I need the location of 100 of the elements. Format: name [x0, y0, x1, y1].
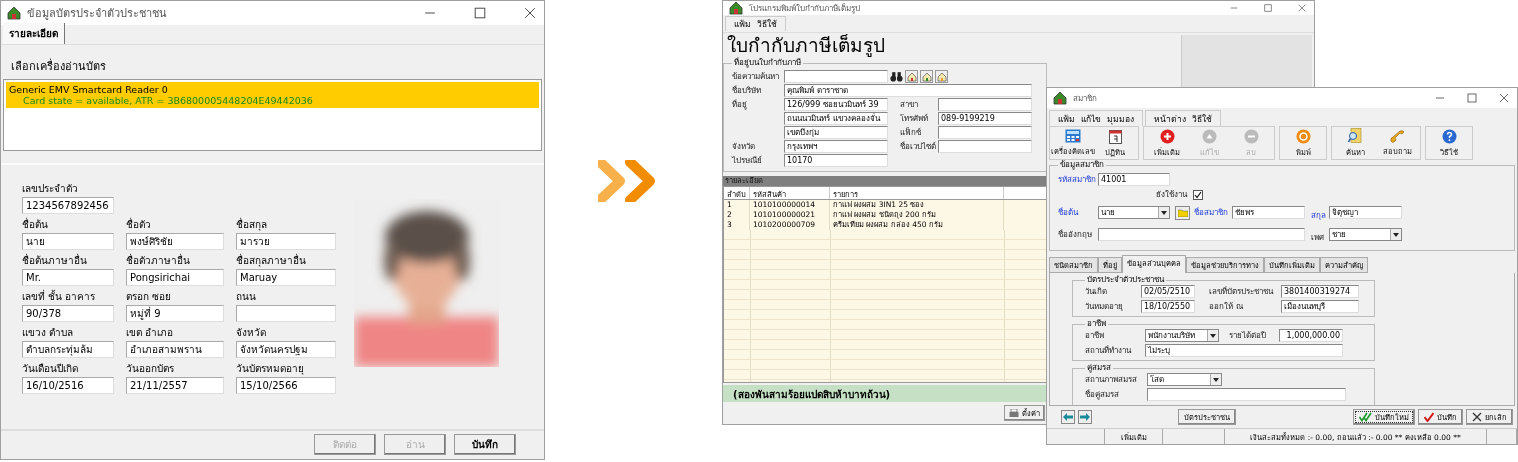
text-field[interactable]: 18/10/2550: [1141, 300, 1195, 313]
menu-item[interactable]: แฟ้ม: [1058, 111, 1075, 126]
text-field[interactable]: 1,000,000.00: [1279, 329, 1343, 342]
text-field[interactable]: จิตุชญา: [1329, 206, 1402, 219]
next-button[interactable]: [1078, 410, 1092, 424]
dropdown[interactable]: ชาย: [1329, 228, 1402, 241]
text-field[interactable]: [1147, 388, 1346, 401]
field-label: วันเดือนปีเกิด: [22, 362, 79, 376]
field-label: ที่อยู่: [732, 99, 748, 110]
text-field[interactable]: Maruay: [236, 269, 336, 286]
field-label: เขต อำเภอ: [126, 326, 175, 340]
menu-item[interactable]: วิธีใช้: [757, 17, 777, 31]
text-field[interactable]: คุณพิมพ์ ดาราชาด: [784, 84, 1032, 97]
field-label: รายได้ต่อปี: [1229, 330, 1267, 341]
menu-item[interactable]: มุมมอง: [1107, 111, 1134, 126]
text-field[interactable]: [938, 140, 1032, 153]
text-field[interactable]: 02/05/2510: [1141, 285, 1195, 298]
text-field[interactable]: 21/11/2557: [126, 377, 224, 394]
text-field[interactable]: 3801400319274: [1281, 285, 1359, 298]
help-icon: [1441, 128, 1457, 144]
maximize-icon[interactable]: [1467, 93, 1477, 103]
edit-icon: [1201, 128, 1217, 144]
previous-button[interactable]: [1061, 410, 1075, 424]
text-field[interactable]: 90/378: [22, 305, 114, 322]
reader-name: Generic EMV Smartcard Reader 0: [9, 84, 169, 95]
field-label: ชื่อบริษัท: [732, 85, 762, 96]
close-icon[interactable]: [524, 7, 536, 19]
text-field[interactable]: มารวย: [236, 233, 336, 250]
field-label: วันบัตรหมดอายุ: [236, 362, 305, 376]
reader-list-item[interactable]: Generic EMV Smartcard Reader 0 Card state = available, ATR = 3B6800005448204E49442036: [6, 82, 539, 108]
house-icon: [7, 6, 21, 20]
text-field[interactable]: อำเภอสามพราน: [126, 341, 224, 358]
menu-item[interactable]: หน้าต่าง: [1154, 111, 1186, 126]
field-label: ไปรษณีย์: [732, 155, 763, 166]
menu-item[interactable]: แฟ้ม: [734, 17, 751, 31]
section-label: เลือกเครื่องอ่านบัตร: [11, 57, 107, 75]
maximize-icon[interactable]: [474, 7, 486, 19]
field-label: เลขที่บัตรประชาชน: [1209, 286, 1275, 297]
text-field[interactable]: เขตบึงกุ่ม: [784, 126, 888, 139]
dropdown[interactable]: พนักงานบริษัท: [1145, 329, 1219, 342]
caret-icon: [1161, 210, 1167, 215]
dialog-button[interactable]: บันทึก: [454, 434, 516, 455]
field-label: อาชีพ: [1085, 330, 1105, 341]
folder-button[interactable]: [1175, 205, 1190, 220]
text-field[interactable]: 41001: [1098, 173, 1170, 186]
field-label: วันเกิด: [1085, 286, 1108, 297]
text-field[interactable]: 10170: [784, 154, 888, 167]
binoculars-icon[interactable]: [890, 70, 903, 83]
search-field[interactable]: [784, 70, 888, 83]
checkbox[interactable]: [1193, 189, 1203, 200]
caret-icon: [1210, 333, 1216, 338]
field-label: วันหมดอายุ: [1085, 301, 1124, 312]
field-label: สาขา: [900, 99, 919, 110]
field-label: ชื่อคู่สมรส: [1085, 389, 1120, 400]
menu-item[interactable]: วิธีใช้: [1192, 111, 1212, 126]
text-field[interactable]: [236, 305, 336, 322]
text-field[interactable]: 089-9199219: [938, 112, 1032, 125]
text-field[interactable]: 15/10/2566: [236, 377, 336, 394]
text-field[interactable]: พงษ์ศิริชัย: [126, 233, 224, 250]
menu-item[interactable]: แก้ไข: [1081, 111, 1101, 126]
check-icon: [1424, 412, 1434, 422]
text-field[interactable]: [938, 126, 1032, 139]
text-field[interactable]: ชัยพร: [1232, 206, 1305, 219]
text-field[interactable]: นาย: [22, 233, 114, 250]
text-field[interactable]: [1098, 228, 1305, 241]
text-field[interactable]: ถนนนวมินทร์ แขวงคลองจั่น: [784, 112, 888, 125]
text-field[interactable]: เมืองนนทบุรี: [1281, 300, 1359, 313]
text-field[interactable]: 126/999 ซอยนวมินทร์ 39: [784, 98, 888, 111]
field-label: ตรอก ซอย: [126, 290, 173, 304]
close-icon[interactable]: [1499, 93, 1509, 103]
field-label: ชื่ออังกฤษ: [1058, 229, 1093, 240]
field-label: สถานภาพสมรส: [1085, 374, 1138, 385]
group-title: อาชีพ: [1086, 319, 1107, 329]
text-field[interactable]: Pongsirichai: [126, 269, 224, 286]
text-field[interactable]: กรุงเทพฯ: [784, 140, 888, 153]
dropdown[interactable]: โสด: [1147, 373, 1222, 386]
house-icon: [1053, 91, 1067, 105]
window-title: โปรแกรมพิมพ์ใบกำกับภาษีเต็มรูป: [749, 2, 861, 15]
text-field[interactable]: 1234567892456: [22, 197, 114, 214]
house-icon[interactable]: [905, 70, 918, 83]
text-field[interactable]: Mr.: [22, 269, 114, 286]
field-label: โทรศัพท์: [900, 113, 929, 124]
house-icon[interactable]: [920, 70, 933, 83]
phone-icon: [1389, 129, 1405, 143]
tab[interactable]: รายละเอียด: [3, 23, 65, 44]
field-label: สถานที่ทำงาน: [1085, 345, 1133, 356]
text-field[interactable]: หมู่ที่ 9: [126, 305, 224, 322]
field-label: ออกให้ ณ: [1209, 301, 1244, 312]
text-field[interactable]: จังหวัดนครปฐม: [236, 341, 336, 358]
text-field[interactable]: 16/10/2516: [22, 377, 114, 394]
house-icon[interactable]: [935, 70, 948, 83]
text-field[interactable]: [938, 98, 1032, 111]
print-icon: [1295, 128, 1311, 144]
field-label: ชื่อตัว: [126, 217, 152, 232]
text-field[interactable]: ตำบลกระทุ่มล้ม: [22, 341, 114, 358]
group-title: ที่อยู่บนใบกำกับภาษี: [733, 58, 802, 68]
text-field[interactable]: ไม่ระบุ: [1145, 344, 1343, 357]
field-label: จังหวัด: [236, 326, 267, 340]
right-arrow-icon: [1080, 413, 1090, 421]
dropdown[interactable]: นาย: [1098, 206, 1170, 219]
